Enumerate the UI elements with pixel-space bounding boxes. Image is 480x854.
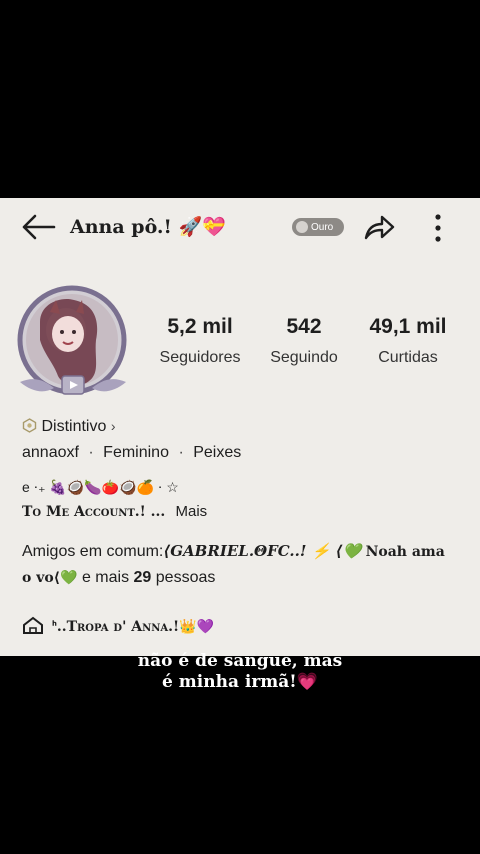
- bio-text: To Me Account.! ...: [22, 504, 166, 520]
- profile-handle: annaoxf: [22, 444, 79, 461]
- group-house-icon: [23, 616, 43, 634]
- mutual-friend-2: Noah ama: [365, 544, 445, 560]
- hexagon-badge-icon: [22, 418, 37, 433]
- profile-sign: Peixes: [193, 444, 242, 461]
- profile-username: Anna pô.! 🚀💝: [70, 216, 226, 238]
- following-count: 542: [286, 315, 322, 338]
- chevron-right-icon: ›: [110, 418, 116, 434]
- mutual-suffix: pessoas: [151, 569, 216, 586]
- bio-more-link[interactable]: Mais: [175, 503, 207, 520]
- separator: ·: [88, 444, 94, 461]
- separator: ·: [178, 444, 184, 461]
- following-label: Seguindo: [270, 349, 338, 366]
- profile-panel: Anna pô.! 🚀💝 Ouro 5,2 mil Seguidores 542…: [0, 198, 480, 656]
- stat-following[interactable]: 542 Seguindo: [258, 315, 350, 367]
- stat-likes[interactable]: 49,1 mil Curtidas: [358, 315, 458, 367]
- mutual-prefix: Amigos em comum:: [22, 543, 164, 560]
- profile-avatar[interactable]: [14, 284, 132, 402]
- distintivo-label: Distintivo: [41, 418, 107, 435]
- badge-icon: [296, 221, 308, 233]
- badge-label: Ouro: [311, 221, 334, 233]
- profile-info-row: annaoxf · Feminino · Peixes: [22, 444, 241, 462]
- followers-count: 5,2 mil: [167, 315, 233, 338]
- likes-label: Curtidas: [378, 349, 438, 366]
- mutual-friends-line-2[interactable]: o vo⟨💚 e mais 29 pessoas: [22, 569, 215, 587]
- group-name: ᑋ..Tropa d' Anna.!👑💜: [52, 619, 215, 635]
- stat-followers[interactable]: 5,2 mil Seguidores: [150, 315, 250, 367]
- followers-label: Seguidores: [159, 349, 241, 366]
- mutual-friend-1: ⟨GABRIEL.ΘFC..! ⚡ ⟨💚: [163, 542, 362, 560]
- mutual-mid: e mais: [77, 569, 134, 586]
- profile-gender: Feminino: [103, 444, 169, 461]
- back-arrow-icon[interactable]: [20, 212, 56, 242]
- group-row[interactable]: ᑋ..Tropa d' Anna.!👑💜: [22, 616, 214, 635]
- mutual-friends-line-1[interactable]: Amigos em comum:⟨GABRIEL.ΘFC..! ⚡ ⟨💚 Noa…: [22, 542, 445, 561]
- video-caption-line-2: é minha irmã!💗: [162, 672, 318, 692]
- mutual-count: 29: [133, 569, 152, 586]
- likes-count: 49,1 mil: [369, 315, 447, 338]
- video-caption-line-1: não é de sangue, mas: [137, 651, 343, 671]
- mutual-friend-2-cont: o vo⟨💚: [22, 570, 78, 586]
- bio-line-1: e ⋅₊ 🍇🥥🍆🍅🥥🍊 ⋅ ☆: [22, 479, 179, 495]
- bio-line-2: To Me Account.! ... Mais: [22, 503, 207, 520]
- gold-badge[interactable]: Ouro: [292, 218, 344, 236]
- more-options-icon[interactable]: [428, 212, 448, 244]
- top-bar: Anna pô.! 🚀💝 Ouro: [0, 198, 480, 258]
- badge-row[interactable]: Distintivo ›: [22, 418, 115, 436]
- share-icon[interactable]: [362, 212, 396, 242]
